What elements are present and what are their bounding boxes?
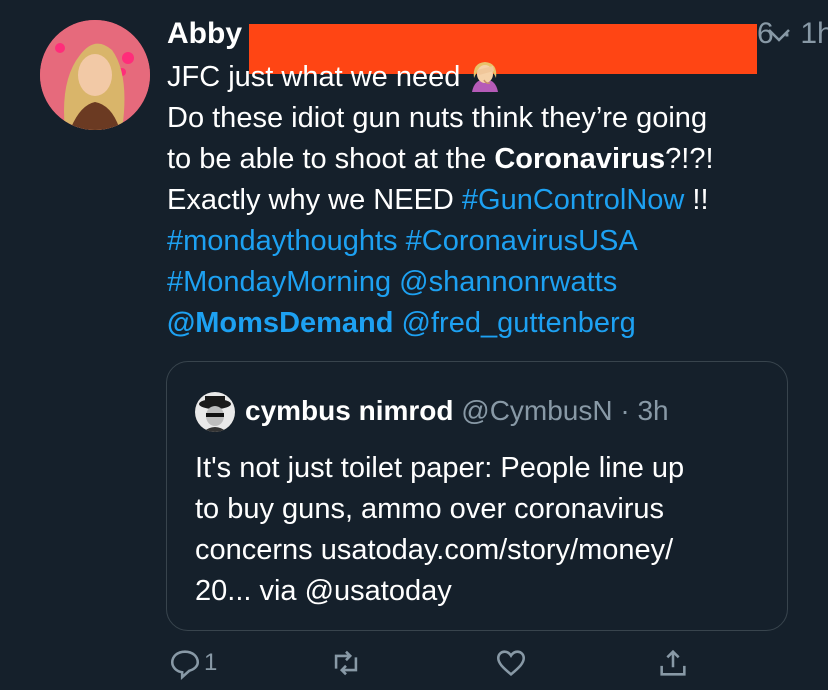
share-button[interactable] bbox=[656, 643, 690, 683]
tweet-text-line: JFC just what we need bbox=[167, 57, 797, 98]
tweet-text-line: #MondayMorning @shannonrwatts bbox=[167, 262, 797, 303]
tweet-text-line: Exactly why we NEED #GunControlNow !! bbox=[167, 180, 797, 221]
tweet-text: JFC just what we need Do these idiot gun … bbox=[167, 57, 797, 344]
reply-count: 1 bbox=[204, 649, 218, 676]
share-icon bbox=[660, 649, 686, 676]
text-segment: Exactly why we NEED bbox=[167, 184, 462, 216]
retweet-icon bbox=[334, 650, 358, 676]
text-segment: !! bbox=[684, 184, 709, 216]
text-segment bbox=[393, 307, 401, 339]
quoted-name[interactable]: cymbus nimrod bbox=[245, 395, 453, 426]
like-icon bbox=[496, 650, 526, 676]
author-avatar[interactable] bbox=[40, 20, 150, 130]
hashtag-link[interactable]: #GunControlNow bbox=[462, 184, 684, 216]
tweet-text-line: @MomsDemand @fred_guttenberg bbox=[167, 303, 797, 344]
quoted-text: It's not just toilet paper: People line … bbox=[195, 448, 775, 612]
quoted-text-line: 20... via @usatoday bbox=[195, 575, 452, 607]
quoted-handle[interactable]: @CymbusN · 3h bbox=[461, 395, 668, 426]
text-segment: ?!?! bbox=[665, 143, 714, 175]
chevron-down-icon[interactable] bbox=[764, 20, 794, 50]
text-segment bbox=[398, 225, 406, 257]
retweet-button[interactable] bbox=[329, 643, 363, 683]
tweet-text-line: Do these idiot gun nuts think they’re go… bbox=[167, 98, 797, 139]
author-name[interactable]: Abby bbox=[167, 14, 242, 54]
hashtag-link[interactable]: #mondaythoughts bbox=[167, 225, 398, 257]
quoted-header: cymbus nimrod @CymbusN · 3h bbox=[245, 390, 669, 432]
mention-link[interactable]: @fred_guttenberg bbox=[402, 307, 636, 339]
text-segment: to be able to shoot at the bbox=[167, 143, 495, 175]
mention-link[interactable]: @shannonrwatts bbox=[399, 266, 617, 298]
tweet-header: Abby 6 · 1h bbox=[167, 14, 828, 74]
facepalm-emoji-icon bbox=[472, 62, 499, 92]
bold-text: Coronavirus bbox=[494, 143, 666, 175]
mention-link[interactable]: @MomsDemand bbox=[167, 307, 393, 339]
hashtag-link[interactable]: #CoronavirusUSA bbox=[406, 225, 638, 257]
hashtag-link[interactable]: #MondayMorning bbox=[167, 266, 391, 298]
quoted-tweet[interactable]: cymbus nimrod @CymbusN · 3h It's not jus… bbox=[166, 361, 788, 631]
like-button[interactable] bbox=[494, 643, 528, 683]
text-segment: JFC just what we need bbox=[167, 61, 461, 93]
tweet-text-line: to be able to shoot at the Coronavirus?!… bbox=[167, 139, 797, 180]
text-segment: Do these idiot gun nuts think they’re go… bbox=[167, 102, 708, 134]
quoted-text-line: It's not just toilet paper: People line … bbox=[195, 452, 685, 484]
quoted-text-line: concerns usatoday.com/story/money/ bbox=[195, 534, 674, 566]
quoted-text-line: to buy guns, ammo over coronavirus bbox=[195, 493, 665, 525]
reply-icon bbox=[170, 650, 200, 680]
reply-button[interactable]: 1 bbox=[168, 643, 217, 683]
tweet[interactable]: Abby 6 · 1h JFC just what we need Do thes… bbox=[0, 0, 828, 690]
action-bar: 1 bbox=[166, 643, 806, 687]
tweet-text-line: #mondaythoughts #CoronavirusUSA bbox=[167, 221, 797, 262]
quoted-avatar[interactable] bbox=[195, 392, 235, 432]
text-segment bbox=[391, 266, 399, 298]
